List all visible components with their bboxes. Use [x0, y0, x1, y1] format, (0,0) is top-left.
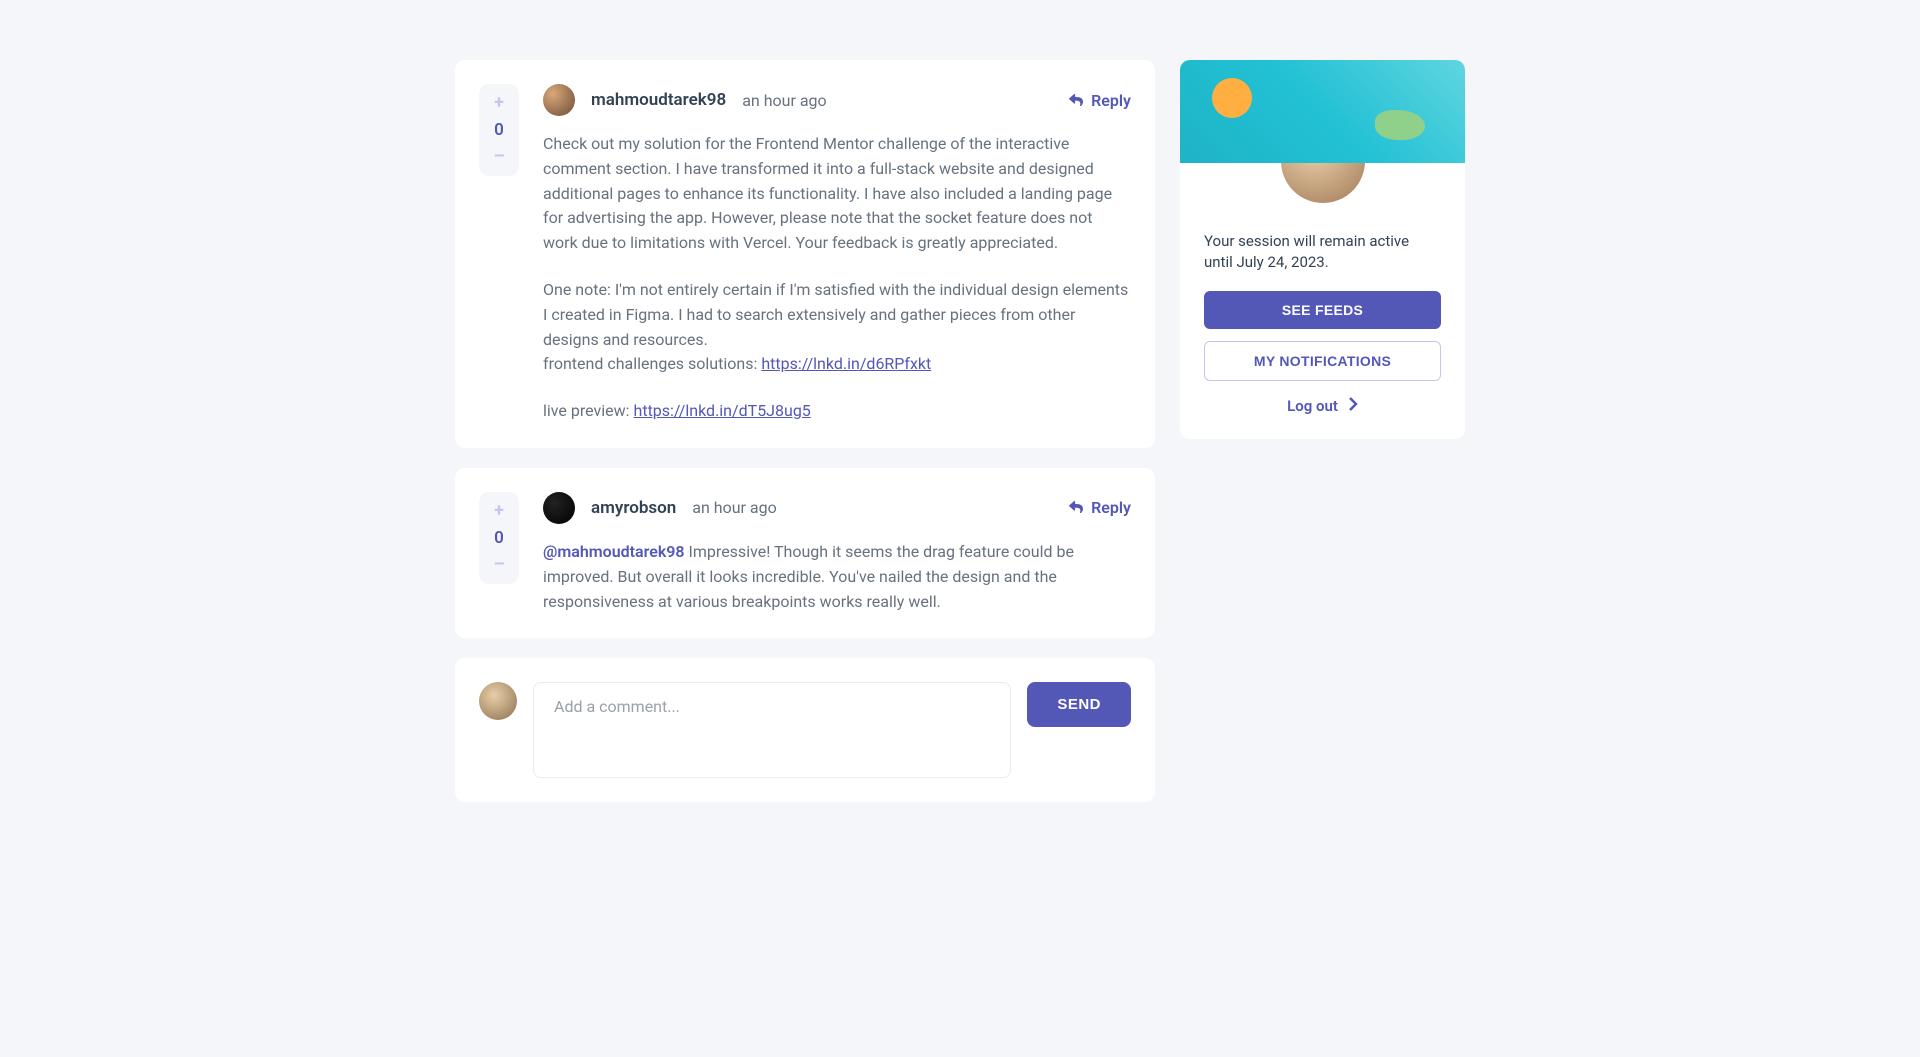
vote-widget: + 0 –: [479, 492, 519, 584]
vote-score: 0: [494, 120, 504, 140]
comment-timestamp: an hour ago: [742, 91, 826, 110]
profile-card: Your session will remain active until Ju…: [1180, 60, 1465, 439]
link-solutions[interactable]: https://lnkd.in/d6RPfxkt: [761, 354, 931, 373]
logout-button[interactable]: Log out: [1180, 397, 1465, 415]
comment-content: Check out my solution for the Frontend M…: [543, 132, 1131, 424]
downvote-button[interactable]: –: [493, 556, 504, 574]
chevron-right-icon: [1348, 397, 1358, 415]
logout-label: Log out: [1287, 397, 1338, 415]
comment-input[interactable]: [533, 682, 1011, 778]
reply-button[interactable]: Reply: [1069, 498, 1131, 517]
comment-card: + 0 – mahmoudtarek98 an hour ago Reply C…: [455, 60, 1155, 448]
upvote-button[interactable]: +: [494, 94, 504, 112]
mention[interactable]: @mahmoudtarek98: [543, 542, 685, 561]
current-user-avatar: [479, 682, 517, 720]
downvote-button[interactable]: –: [493, 148, 504, 166]
reply-label: Reply: [1091, 91, 1131, 110]
comment-timestamp: an hour ago: [692, 498, 776, 517]
avatar: [543, 492, 575, 524]
comment-username: mahmoudtarek98: [591, 90, 726, 110]
profile-banner: [1180, 60, 1465, 163]
comment-card: + 0 – amyrobson an hour ago Reply @mahmo…: [455, 468, 1155, 638]
send-button[interactable]: SEND: [1027, 682, 1131, 727]
compose-card: SEND: [455, 658, 1155, 802]
vote-score: 0: [494, 528, 504, 548]
reply-label: Reply: [1091, 498, 1131, 517]
notifications-button[interactable]: MY NOTIFICATIONS: [1204, 341, 1441, 381]
upvote-button[interactable]: +: [494, 502, 504, 520]
link-preview[interactable]: https://lnkd.in/dT5J8ug5: [634, 401, 811, 420]
avatar: [543, 84, 575, 116]
comment-content: @mahmoudtarek98 Impressive! Though it se…: [543, 540, 1131, 614]
reply-icon: [1069, 498, 1083, 517]
comment-username: amyrobson: [591, 498, 676, 518]
reply-button[interactable]: Reply: [1069, 91, 1131, 110]
session-info: Your session will remain active until Ju…: [1180, 207, 1465, 291]
reply-icon: [1069, 91, 1083, 110]
vote-widget: + 0 –: [479, 84, 519, 176]
see-feeds-button[interactable]: SEE FEEDS: [1204, 291, 1441, 329]
